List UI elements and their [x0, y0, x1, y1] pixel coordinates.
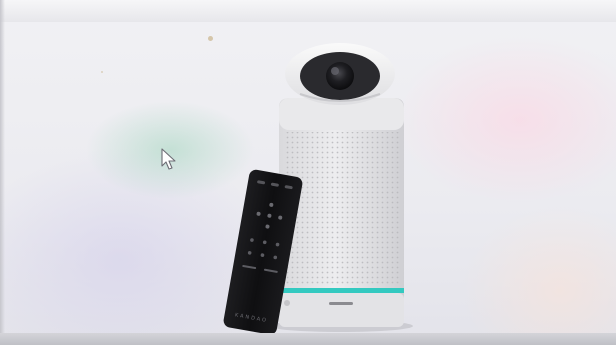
product-illustration: KANDAO	[161, 43, 413, 335]
base-port	[284, 300, 290, 306]
pointer-arrow-icon	[161, 148, 176, 170]
speaker-base	[279, 293, 404, 327]
camera-lens	[326, 62, 354, 90]
screen-bottom-edge	[0, 333, 616, 345]
speaker-grille	[284, 132, 399, 284]
base-slot	[329, 302, 353, 305]
accent-light-strip	[279, 288, 404, 293]
lens-glint	[331, 67, 339, 75]
